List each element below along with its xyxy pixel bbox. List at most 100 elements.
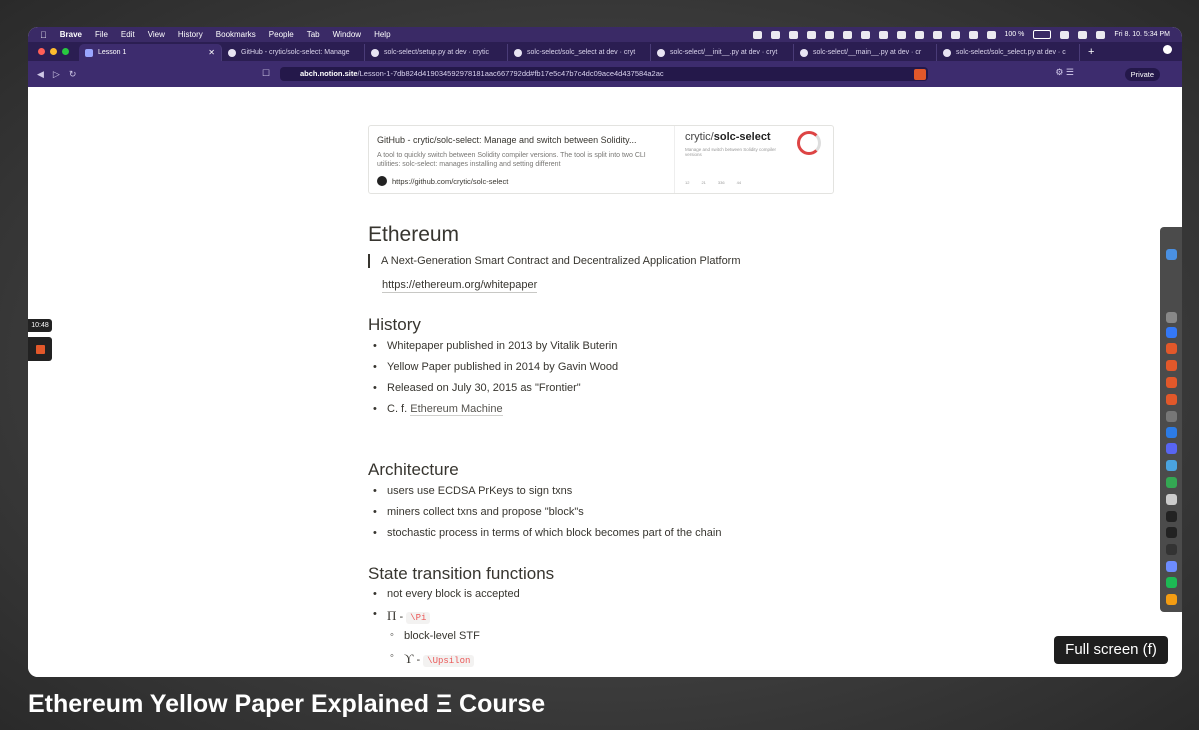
- brave-icon[interactable]: [1166, 360, 1177, 371]
- status-icon[interactable]: [770, 30, 780, 39]
- tab-github[interactable]: solc-select/__init__.py at dev · cryt: [651, 44, 794, 61]
- menu-window[interactable]: Window: [333, 30, 361, 39]
- window-controls: [38, 48, 69, 55]
- app-icon[interactable]: [1166, 460, 1177, 471]
- extensions-icon[interactable]: ⚙ ☰: [1055, 67, 1074, 78]
- status-icon[interactable]: [806, 30, 816, 39]
- status-icon[interactable]: [932, 30, 942, 39]
- status-icon[interactable]: [914, 30, 924, 39]
- bookmark-icon[interactable]: ☐: [262, 68, 270, 79]
- status-icon[interactable]: [842, 30, 852, 39]
- app-icon[interactable]: [1166, 561, 1177, 572]
- bluetooth-icon[interactable]: [968, 30, 978, 39]
- spotify-icon[interactable]: [1166, 577, 1177, 588]
- brave-icon[interactable]: [1166, 343, 1177, 354]
- stat: 21: [701, 180, 706, 185]
- menu-edit[interactable]: Edit: [121, 30, 135, 39]
- github-icon: [514, 48, 522, 57]
- vscode-icon[interactable]: [1166, 427, 1177, 438]
- list-item-text: Released on July 30, 2015 as "Frontier": [387, 382, 581, 394]
- minimize-window-icon[interactable]: [50, 48, 57, 55]
- private-badge[interactable]: Private: [1124, 68, 1160, 81]
- tab-github[interactable]: solc-select/__main__.py at dev · cr: [794, 44, 937, 61]
- back-icon[interactable]: ◀: [37, 69, 44, 80]
- status-icon[interactable]: [878, 30, 888, 39]
- maximize-window-icon[interactable]: [62, 48, 69, 55]
- terminal-icon[interactable]: [1166, 511, 1177, 522]
- bookmark-description: A tool to quickly switch between Solidit…: [377, 152, 646, 168]
- battery-icon[interactable]: [1033, 30, 1052, 39]
- fullscreen-tooltip[interactable]: Full screen (f): [1054, 636, 1168, 664]
- menu-people[interactable]: People: [269, 30, 294, 39]
- close-tab-icon[interactable]: ✕: [208, 48, 215, 57]
- vlc-icon[interactable]: [1166, 594, 1177, 605]
- list-item: not every block is accepted: [373, 588, 520, 600]
- menu-clock[interactable]: Fri 8. 10. 5:34 PM: [1114, 31, 1170, 38]
- user-icon[interactable]: [986, 30, 996, 39]
- url-path: /Lesson-1-7db824d419034592978181aac66779…: [357, 69, 664, 78]
- new-tab-icon[interactable]: +: [1088, 46, 1094, 58]
- stop-icon: [36, 345, 45, 354]
- tab-label: solc-select/setup.py at dev · crytic: [384, 49, 490, 56]
- list-item: stochastic process in terms of which blo…: [373, 527, 721, 539]
- address-bar[interactable]: abch.notion.site/Lesson-1-7db824d4190345…: [280, 67, 928, 81]
- reload-icon[interactable]: ↻: [69, 69, 77, 80]
- list-item: users use ECDSA PrKeys to sign txns: [373, 485, 572, 497]
- menu-history[interactable]: History: [178, 30, 203, 39]
- menu-view[interactable]: View: [148, 30, 165, 39]
- menu-help[interactable]: Help: [374, 30, 390, 39]
- app-icon[interactable]: [1166, 312, 1177, 323]
- status-icon[interactable]: [950, 30, 960, 39]
- tab-label: GitHub - crytic/solc-select: Manage: [241, 49, 350, 56]
- tab-lesson-1[interactable]: Lesson 1 ✕: [79, 44, 222, 61]
- app-icon[interactable]: [1166, 544, 1177, 555]
- tab-github[interactable]: solc-select/setup.py at dev · crytic: [365, 44, 508, 61]
- app-icon[interactable]: [1166, 494, 1177, 505]
- screen-recording:  Brave File Edit View History Bookmarks…: [28, 27, 1182, 677]
- discord-icon[interactable]: [1166, 443, 1177, 454]
- wifi-icon[interactable]: [1060, 30, 1070, 39]
- menu-app-name[interactable]: Brave: [60, 30, 82, 39]
- clock-icon[interactable]: [1078, 30, 1088, 39]
- brave-shields-icon[interactable]: [914, 69, 926, 80]
- list-item-text: Whitepaper published in 2013 by Vitalik …: [387, 340, 618, 352]
- status-icon[interactable]: [752, 30, 762, 39]
- app-icon[interactable]: [1166, 249, 1177, 260]
- tab-github[interactable]: solc-select/solc_select.py at dev · c: [937, 44, 1080, 61]
- stop-recording-button[interactable]: [28, 337, 52, 361]
- bookmark-url: https://github.com/crytic/solc-select: [392, 176, 509, 186]
- tab-github[interactable]: solc-select/solc_select at dev · cryt: [508, 44, 651, 61]
- status-icon[interactable]: [824, 30, 834, 39]
- recording-timer: 10:48: [28, 319, 52, 332]
- github-icon: [800, 48, 808, 57]
- ethereum-machine-link[interactable]: Ethereum Machine: [410, 403, 503, 416]
- control-center-icon[interactable]: [1096, 30, 1106, 39]
- list-item: Released on July 30, 2015 as "Frontier": [373, 382, 581, 394]
- browser-toolbar: ◀ ▷ ↻ ☐ abch.notion.site/Lesson-1-7db824…: [28, 61, 1182, 87]
- status-icon[interactable]: [788, 30, 798, 39]
- close-window-icon[interactable]: [38, 48, 45, 55]
- app-icon[interactable]: [1166, 411, 1177, 422]
- menu-file[interactable]: File: [95, 30, 108, 39]
- inline-code: \Upsilon: [423, 655, 475, 667]
- tab-label: Lesson 1: [98, 49, 127, 56]
- stat: 44: [736, 180, 742, 185]
- whitepaper-link[interactable]: https://ethereum.org/whitepaper: [382, 279, 538, 293]
- forward-icon[interactable]: ▷: [53, 69, 60, 80]
- brave-icon[interactable]: [1166, 394, 1177, 405]
- apple-icon[interactable]: : [40, 30, 47, 40]
- brave-icon[interactable]: [1166, 377, 1177, 388]
- status-icon[interactable]: [896, 30, 906, 39]
- app-icon[interactable]: [1166, 327, 1177, 338]
- thumb-title: crytic/solc-select: [685, 131, 771, 143]
- menu-tab[interactable]: Tab: [307, 30, 320, 39]
- heading-architecture: Architecture: [368, 460, 459, 479]
- terminal-icon[interactable]: [1166, 527, 1177, 538]
- chrome-icon[interactable]: [1166, 477, 1177, 488]
- menu-bookmarks[interactable]: Bookmarks: [216, 30, 256, 39]
- stat: 336: [717, 180, 725, 185]
- status-icon[interactable]: [860, 30, 870, 39]
- tab-search-icon[interactable]: [1163, 45, 1172, 54]
- bookmark-card[interactable]: GitHub - crytic/solc-select: Manage and …: [368, 125, 834, 194]
- tab-github[interactable]: GitHub - crytic/solc-select: Manage: [222, 44, 365, 61]
